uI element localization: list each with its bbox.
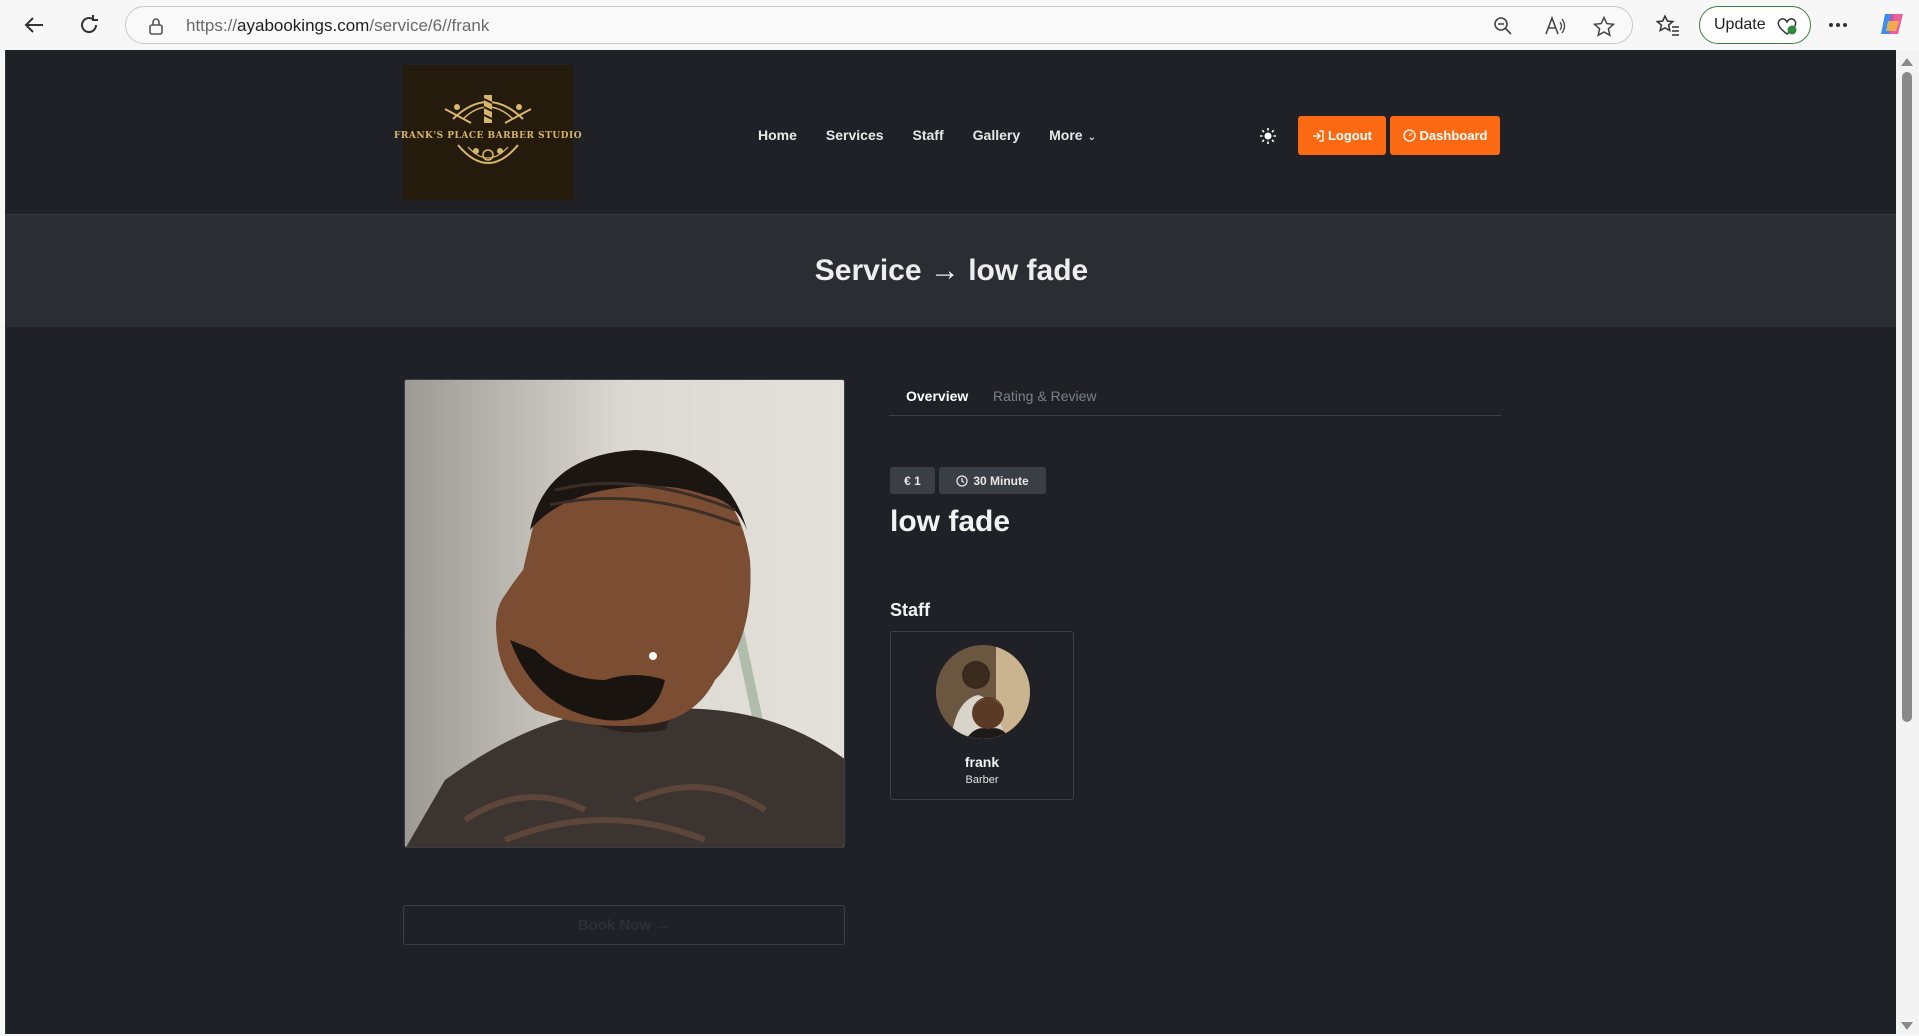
browser-update-button[interactable]: Update (1699, 6, 1811, 44)
service-tabs: Overview Rating & Review (889, 379, 1501, 416)
logo-text: FRANK'S PLACE BARBER STUDIO (393, 130, 583, 141)
duration-label: 30 Minute (973, 473, 1029, 488)
nav-more-dropdown[interactable]: More ⌄ (1049, 127, 1096, 143)
dashboard-gauge-icon (1402, 129, 1416, 142)
nav-more-label: More (1049, 127, 1083, 143)
service-photo-illustration (405, 380, 844, 847)
nav-staff[interactable]: Staff (913, 127, 944, 143)
tab-overview[interactable]: Overview (906, 388, 968, 404)
copilot-icon[interactable] (1879, 11, 1905, 37)
staff-role: Barber (965, 774, 999, 786)
duration-badge: 30 Minute (939, 467, 1046, 494)
scrollbar-thumb[interactable] (1902, 72, 1912, 722)
favorites-list-icon[interactable] (1656, 14, 1680, 36)
staff-card[interactable]: frank Barber (890, 631, 1074, 800)
sun-icon (1260, 128, 1276, 144)
update-label: Update (1714, 16, 1766, 33)
service-name: low fade (890, 505, 1011, 538)
logout-icon (1312, 129, 1324, 142)
page-viewport: FRANK'S PLACE BARBER STUDIO Home Service… (5, 50, 1896, 1034)
main-nav: Home Services Staff Gallery More ⌄ (758, 127, 1125, 143)
read-aloud-icon[interactable] (1544, 16, 1566, 36)
heart-shield-icon (1777, 18, 1797, 35)
scroll-down-arrow-icon[interactable] (1901, 1022, 1913, 1030)
staff-name: frank (964, 754, 1000, 770)
dashboard-button[interactable]: Dashboard (1390, 116, 1500, 155)
theme-toggle[interactable] (1258, 126, 1278, 146)
more-options-icon[interactable] (1828, 22, 1848, 28)
scroll-up-arrow-icon[interactable] (1901, 58, 1913, 66)
favorite-star-icon[interactable] (1593, 16, 1615, 37)
site-logo[interactable]: FRANK'S PLACE BARBER STUDIO (394, 65, 582, 200)
nav-services[interactable]: Services (826, 127, 884, 143)
dashboard-label: Dashboard (1419, 128, 1488, 143)
browser-toolbar: https://ayabookings.com/service/6//frank… (0, 0, 1919, 50)
service-image (404, 379, 845, 848)
refresh-icon (81, 15, 98, 34)
nav-home[interactable]: Home (758, 127, 797, 143)
avatar (936, 645, 1030, 739)
clock-icon (956, 474, 968, 487)
price-badge: € 1 (890, 467, 935, 494)
refresh-button[interactable] (72, 8, 106, 42)
page-scrollbar[interactable] (1896, 50, 1919, 1034)
page-banner: Service → low fade (6, 215, 1896, 327)
address-bar[interactable]: https://ayabookings.com/service/6//frank (125, 6, 1633, 44)
back-arrow-icon (24, 17, 43, 33)
chevron-down-icon: ⌄ (1087, 132, 1096, 143)
back-button[interactable] (17, 8, 51, 42)
url-text: https://ayabookings.com/service/6//frank (186, 16, 490, 35)
book-now-button[interactable]: Book Now → (403, 905, 845, 945)
tab-rating-review[interactable]: Rating & Review (993, 388, 1097, 404)
site-header: FRANK'S PLACE BARBER STUDIO Home Service… (6, 50, 1896, 215)
logout-label: Logout (1327, 128, 1373, 143)
logout-button[interactable]: Logout (1298, 116, 1386, 155)
nav-gallery[interactable]: Gallery (973, 127, 1020, 143)
barber-crest-bottom-icon (457, 143, 519, 164)
barber-crest-icon (444, 94, 532, 124)
lock-icon (149, 18, 163, 35)
page-title: Service → low fade (814, 254, 1089, 287)
staff-heading: Staff (890, 600, 930, 620)
zoom-out-icon[interactable] (1493, 16, 1513, 36)
staff-photo-illustration (936, 645, 1030, 739)
